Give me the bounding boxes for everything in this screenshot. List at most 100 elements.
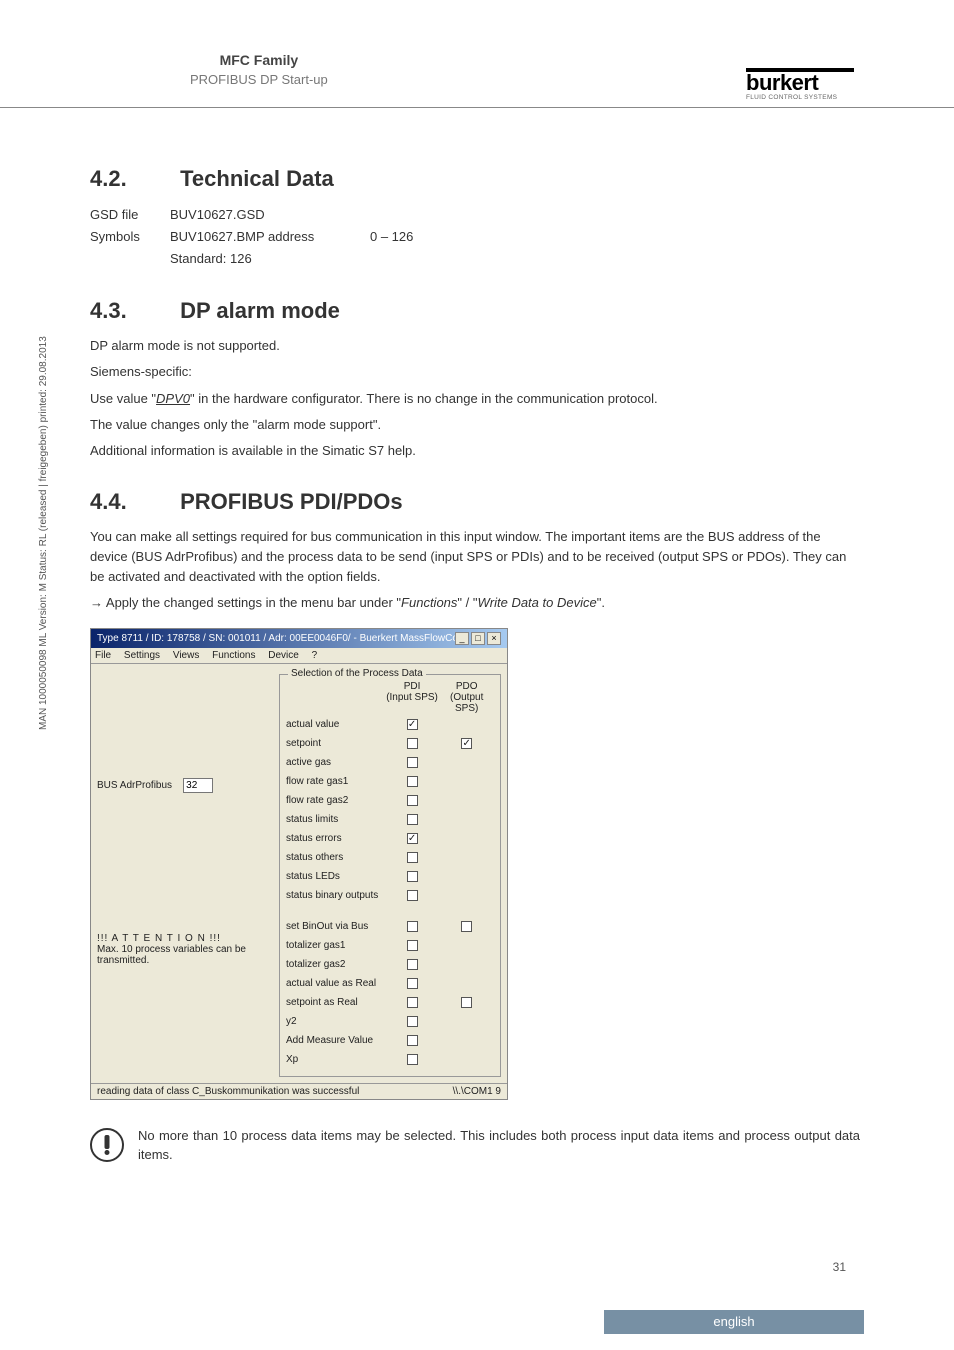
menu-file[interactable]: File [95, 650, 111, 661]
logo-text: burkert [746, 72, 854, 94]
process-data-row: Add Measure Value [286, 1033, 494, 1049]
menu-settings[interactable]: Settings [124, 650, 160, 661]
burkert-logo: burkert FLUID CONTROL SYSTEMS [746, 68, 854, 101]
pdi-checkbox[interactable] [407, 871, 418, 882]
section-4.2-heading: 4.2. Technical Data [90, 166, 860, 192]
pdi-checkbox[interactable] [407, 852, 418, 863]
row-label: status LEDs [286, 871, 385, 882]
process-data-row: active gas [286, 755, 494, 771]
process-data-row: actual value as Real [286, 976, 494, 992]
process-data-row: Xp [286, 1052, 494, 1068]
row-label: active gas [286, 757, 385, 768]
process-data-row: flow rate gas1 [286, 774, 494, 790]
menubar: File Settings Views Functions Device ? [91, 648, 507, 664]
row-label: status others [286, 852, 385, 863]
header-subtitle: PROFIBUS DP Start-up [190, 72, 328, 87]
pdi-checkbox[interactable] [407, 1035, 418, 1046]
row-label: totalizer gas1 [286, 940, 385, 951]
pdi-checkbox[interactable] [407, 757, 418, 768]
pdi-checkbox[interactable] [407, 1054, 418, 1065]
symbols-label: Symbols [90, 226, 170, 248]
language-tab: english [604, 1310, 864, 1334]
row-label: y2 [286, 1016, 385, 1027]
menu-help[interactable]: ? [312, 650, 318, 661]
technical-data-table: GSD file BUV10627.GSD Symbols BUV10627.B… [90, 204, 860, 270]
pdi-checkbox[interactable] [407, 940, 418, 951]
bus-address-input[interactable] [183, 778, 213, 793]
row-label: setpoint [286, 738, 385, 749]
pdi-checkbox[interactable] [407, 1016, 418, 1027]
process-data-row: totalizer gas2 [286, 957, 494, 973]
symbols-value: BUV10627.BMP address [170, 226, 370, 248]
maximize-icon[interactable]: □ [471, 632, 485, 645]
process-data-row: y2 [286, 1014, 494, 1030]
pdi-checkbox[interactable]: ✓ [407, 719, 418, 730]
info-callout: No more than 10 process data items may b… [90, 1126, 860, 1165]
row-label: flow rate gas1 [286, 776, 385, 787]
row-label: set BinOut via Bus [286, 921, 385, 932]
process-data-row: setpoint as Real [286, 995, 494, 1011]
row-label: actual value as Real [286, 978, 385, 989]
pdi-checkbox[interactable] [407, 921, 418, 932]
info-icon [90, 1128, 124, 1162]
menu-views[interactable]: Views [173, 650, 200, 661]
pdi-checkbox[interactable] [407, 978, 418, 989]
attention-note: Max. 10 process variables can be transmi… [97, 944, 277, 966]
pdo-checkbox[interactable] [461, 997, 472, 1008]
process-data-row: actual value ✓ [286, 717, 494, 733]
process-data-row: setpoint ✓ [286, 736, 494, 752]
process-data-row: totalizer gas1 [286, 938, 494, 954]
menu-functions[interactable]: Functions [212, 650, 255, 661]
header-title: MFC Family [190, 52, 328, 68]
callout-text: No more than 10 process data items may b… [138, 1126, 860, 1165]
vertical-metadata: MAN 1000050098 ML Version: M Status: RL … [38, 336, 49, 730]
body-paragraph: Additional information is available in t… [90, 441, 860, 461]
dpv0-value: DPV0 [156, 391, 190, 406]
process-data-groupbox: Selection of the Process Data PDI (Input… [279, 674, 501, 1077]
row-label: status limits [286, 814, 385, 825]
gsd-file-value: BUV10627.GSD [170, 204, 370, 226]
pdi-checkbox[interactable] [407, 814, 418, 825]
section-title: Technical Data [180, 166, 334, 191]
pdi-subheader: (Input SPS) [385, 692, 440, 703]
row-label: actual value [286, 719, 385, 730]
pdi-checkbox[interactable]: ✓ [407, 833, 418, 844]
pdo-header: PDO [439, 681, 494, 692]
body-paragraph: The value changes only the "alarm mode s… [90, 415, 860, 435]
pdi-checkbox[interactable] [407, 776, 418, 787]
groupbox-label: Selection of the Process Data [288, 668, 426, 679]
section-number: 4.2. [90, 166, 174, 192]
menu-device[interactable]: Device [268, 650, 299, 661]
page-number: 31 [833, 1260, 846, 1274]
row-label: Add Measure Value [286, 1035, 385, 1046]
body-paragraph: DP alarm mode is not supported. [90, 336, 860, 356]
close-icon[interactable]: × [487, 632, 501, 645]
pdi-header: PDI [385, 681, 440, 692]
pdo-checkbox[interactable]: ✓ [461, 738, 472, 749]
process-data-row: status others [286, 850, 494, 866]
pdo-checkbox[interactable] [461, 921, 472, 932]
window-title: Type 8711 / ID: 178758 / SN: 001011 / Ad… [97, 633, 455, 644]
section-4.4-heading: 4.4. PROFIBUS PDI/PDOs [90, 489, 860, 515]
pdi-checkbox[interactable] [407, 890, 418, 901]
pdi-checkbox[interactable] [407, 997, 418, 1008]
process-data-row: status binary outputs [286, 888, 494, 904]
section-number: 4.3. [90, 298, 174, 324]
pdo-subheader: (Output SPS) [439, 692, 494, 714]
row-label: flow rate gas2 [286, 795, 385, 806]
pdi-checkbox[interactable] [407, 795, 418, 806]
main-content: 4.2. Technical Data GSD file BUV10627.GS… [90, 160, 860, 1165]
status-port: \\.\COM1 9 [453, 1086, 501, 1097]
row-label: status errors [286, 833, 385, 844]
pdi-checkbox[interactable] [407, 738, 418, 749]
standard-value: Standard: 126 [170, 248, 370, 270]
pdi-checkbox[interactable] [407, 959, 418, 970]
minimize-icon[interactable]: _ [455, 632, 469, 645]
body-paragraph: Siemens-specific: [90, 362, 860, 382]
gsd-file-label: GSD file [90, 204, 170, 226]
body-paragraph: → Apply the changed settings in the menu… [90, 593, 860, 613]
bus-address-label: BUS AdrProfibus [97, 780, 172, 791]
attention-label: !!! A T T E N T I O N !!! [97, 933, 277, 944]
process-data-row: set BinOut via Bus [286, 919, 494, 935]
row-label: Xp [286, 1054, 385, 1065]
